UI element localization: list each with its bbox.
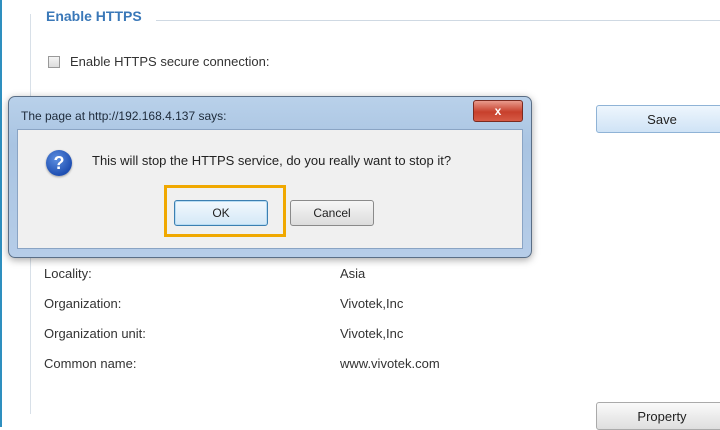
section-divider [156, 20, 720, 21]
close-icon: x [494, 104, 502, 118]
locality-value: Asia [340, 266, 366, 281]
organization-value: Vivotek,Inc [340, 296, 404, 311]
https-checkbox[interactable] [48, 55, 60, 68]
save-button[interactable]: Save [596, 105, 720, 133]
organization-unit-value: Vivotek,Inc [340, 326, 404, 341]
organization-unit-label: Organization unit: [44, 326, 146, 341]
page-left-border [0, 0, 2, 427]
dialog-message: This will stop the HTTPS service, do you… [92, 153, 452, 168]
common-name-label: Common name: [44, 356, 137, 371]
locality-label: Locality: [44, 266, 92, 281]
cancel-button[interactable]: Cancel [290, 200, 374, 226]
confirm-dialog: The page at http://192.168.4.137 says: x… [8, 96, 532, 258]
property-button[interactable]: Property [596, 402, 720, 430]
section-title: Enable HTTPS [46, 8, 142, 24]
dialog-title: The page at http://192.168.4.137 says: [21, 109, 227, 123]
dialog-close-button[interactable]: x [473, 100, 523, 122]
organization-label: Organization: [44, 296, 122, 311]
https-checkbox-label: Enable HTTPS secure connection: [70, 54, 270, 69]
ok-button[interactable]: OK [174, 200, 268, 226]
dialog-body: ? This will stop the HTTPS service, do y… [17, 129, 523, 249]
https-checkbox-row[interactable]: Enable HTTPS secure connection: [48, 54, 269, 69]
question-icon: ? [46, 150, 72, 176]
common-name-value: www.vivotek.com [340, 356, 440, 371]
